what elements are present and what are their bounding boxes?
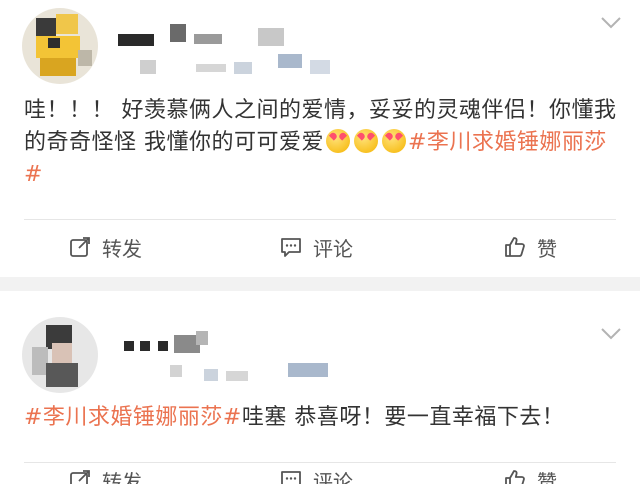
comment-label: 评论: [313, 469, 353, 484]
repost-icon: [70, 237, 90, 257]
heart-eyes-emoji-icon: [382, 129, 406, 153]
thumbs-up-icon: [505, 470, 525, 484]
comment-button[interactable]: 评论: [279, 455, 353, 484]
repost-button[interactable]: 转发: [68, 222, 142, 272]
comment-icon: [281, 238, 301, 257]
repost-label: 转发: [102, 469, 142, 484]
avatar[interactable]: [22, 8, 98, 84]
avatar[interactable]: [22, 317, 98, 393]
post-text: #李川求婚锤娜丽莎#哇塞 恭喜呀！要一直幸福下去！: [24, 402, 618, 434]
comment-button[interactable]: 评论: [279, 222, 353, 272]
hashtag-link[interactable]: #李川求婚锤娜丽莎#: [24, 405, 242, 430]
action-bar: 转发 评论 赞: [0, 222, 640, 272]
post-body-tail: 哇塞 恭喜呀！要一直幸福下去！: [241, 405, 565, 430]
comment-icon: [281, 471, 301, 484]
chevron-down-icon[interactable]: [600, 16, 622, 30]
heart-eyes-emoji-icon: [354, 129, 378, 153]
post-text: 哇！！！ 好羡慕俩人之间的爱情，妥妥的灵魂伴侣！你懂我的奇奇怪怪 我懂你的可可爱…: [24, 95, 618, 191]
repost-button[interactable]: 转发: [68, 455, 142, 484]
like-button[interactable]: 赞: [503, 455, 557, 484]
thumbs-up-icon: [505, 237, 525, 257]
repost-icon: [70, 470, 90, 484]
chevron-down-icon[interactable]: [600, 327, 622, 341]
repost-label: 转发: [102, 236, 142, 261]
post-card: 哇！！！ 好羡慕俩人之间的爱情，妥妥的灵魂伴侣！你懂我的奇奇怪怪 我懂你的可可爱…: [0, 0, 640, 277]
like-label: 赞: [537, 236, 557, 261]
post-card: #李川求婚锤娜丽莎#哇塞 恭喜呀！要一直幸福下去！ 转发 评论 赞: [0, 291, 640, 484]
divider: [24, 219, 616, 220]
like-button[interactable]: 赞: [503, 222, 557, 272]
like-label: 赞: [537, 469, 557, 484]
action-bar: 转发 评论 赞: [0, 455, 640, 484]
comment-label: 评论: [313, 236, 353, 261]
heart-eyes-emoji-icon: [326, 129, 350, 153]
